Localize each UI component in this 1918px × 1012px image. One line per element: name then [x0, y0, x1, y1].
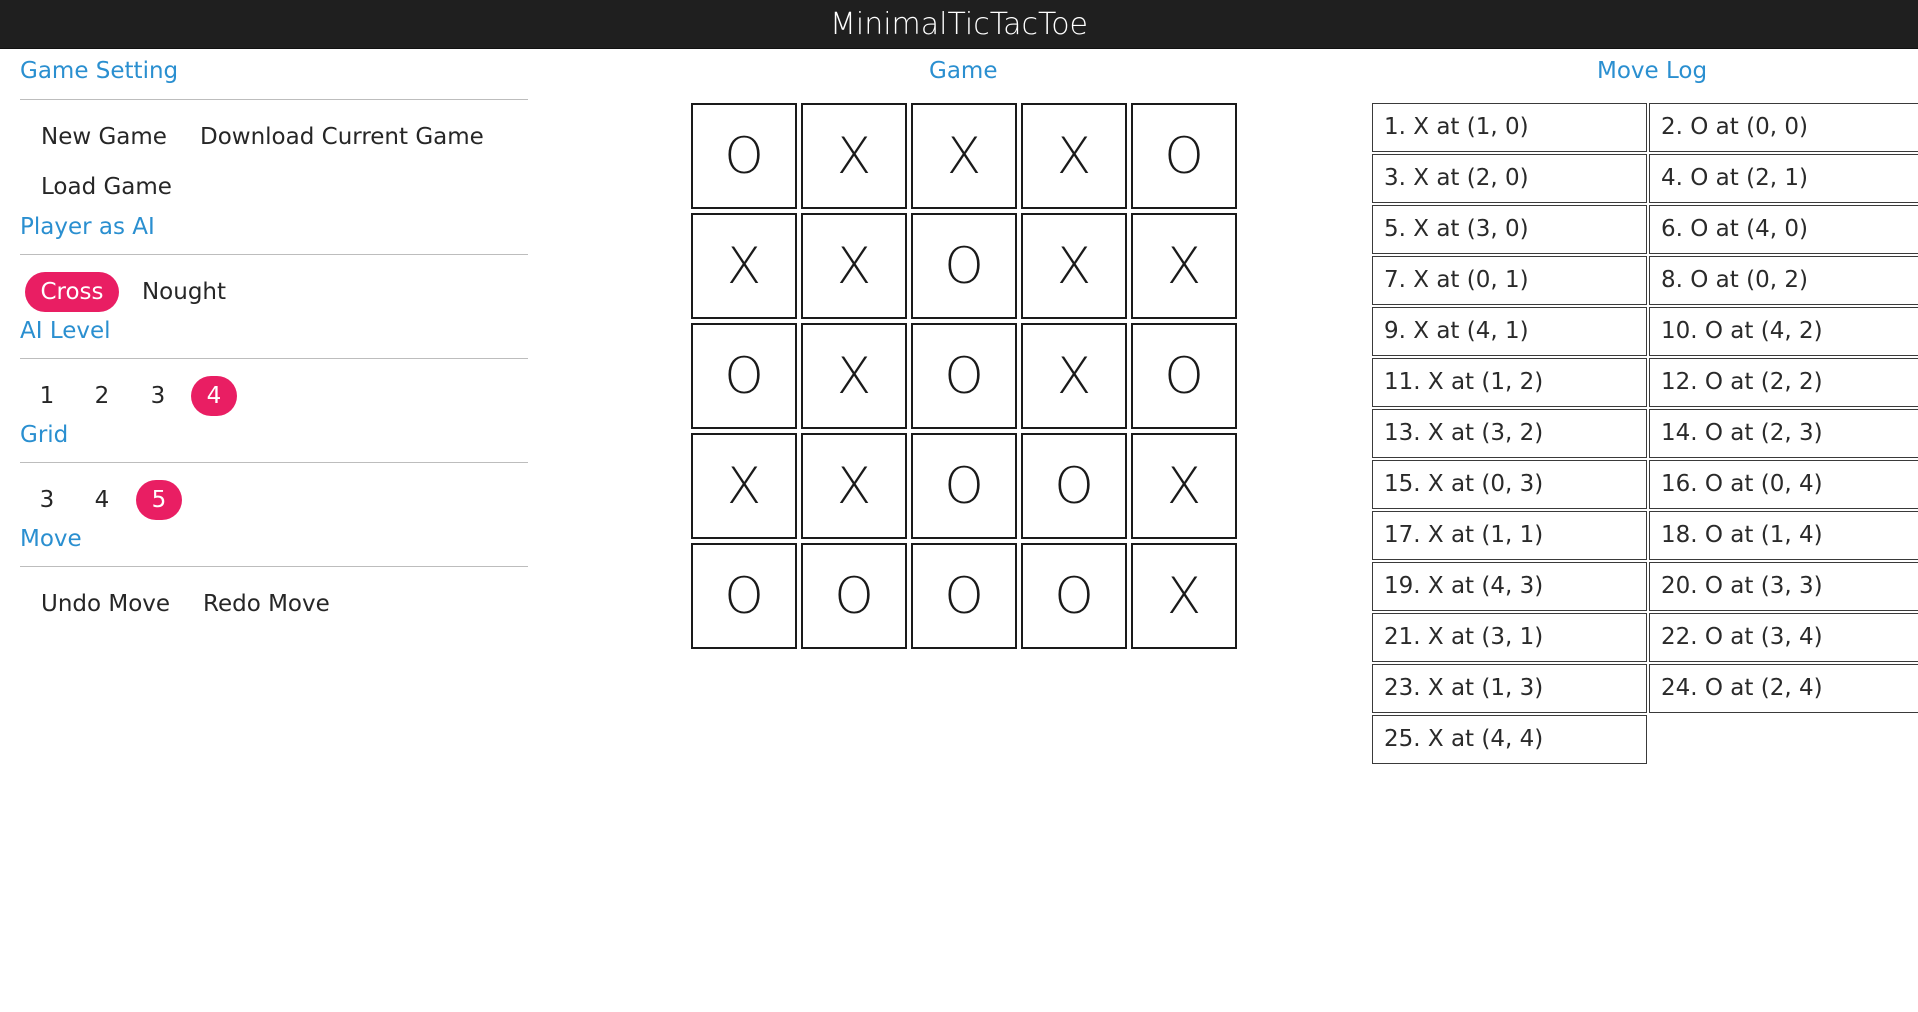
- board-cell[interactable]: O: [911, 213, 1017, 319]
- move-log-entry[interactable]: 18. O at (1, 4): [1649, 511, 1918, 560]
- move-log-entry[interactable]: 24. O at (2, 4): [1649, 664, 1918, 713]
- player-cross-option[interactable]: Cross: [25, 272, 119, 312]
- board-cell[interactable]: O: [911, 433, 1017, 539]
- ai-level-2-option[interactable]: 2: [84, 376, 120, 416]
- move-log-list: 1. X at (1, 0) 2. O at (0, 0) 3. X at (2…: [1372, 103, 1918, 764]
- move-log-entry[interactable]: 23. X at (1, 3): [1372, 664, 1647, 713]
- move-log-entry[interactable]: 9. X at (4, 1): [1372, 307, 1647, 356]
- game-board: O X X X O X X O X X O X O X O X X O O X …: [691, 103, 1237, 649]
- board-cell[interactable]: X: [1131, 433, 1237, 539]
- move-log-entry[interactable]: 4. O at (2, 1): [1649, 154, 1918, 203]
- game-setting-title: Game Setting: [20, 58, 179, 84]
- ai-level-1-option[interactable]: 1: [29, 376, 65, 416]
- board-cell[interactable]: X: [691, 433, 797, 539]
- app-title-bar: MinimalTicTacToe: [0, 0, 1918, 49]
- board-cell[interactable]: O: [911, 543, 1017, 649]
- board-cell[interactable]: O: [1021, 433, 1127, 539]
- board-cell[interactable]: O: [1131, 103, 1237, 209]
- board-cell[interactable]: X: [1021, 103, 1127, 209]
- move-log-entry[interactable]: 13. X at (3, 2): [1372, 409, 1647, 458]
- divider: [20, 566, 528, 567]
- redo-move-button[interactable]: Redo Move: [203, 591, 330, 617]
- move-log-entry[interactable]: 15. X at (0, 3): [1372, 460, 1647, 509]
- move-log-entry[interactable]: 7. X at (0, 1): [1372, 256, 1647, 305]
- move-log-entry[interactable]: 6. O at (4, 0): [1649, 205, 1918, 254]
- move-log-entry[interactable]: 17. X at (1, 1): [1372, 511, 1647, 560]
- board-cell[interactable]: X: [801, 433, 907, 539]
- move-log-entry[interactable]: 12. O at (2, 2): [1649, 358, 1918, 407]
- board-cell[interactable]: X: [1131, 543, 1237, 649]
- board-cell[interactable]: O: [691, 323, 797, 429]
- ai-level-4-option[interactable]: 4: [191, 376, 237, 416]
- app-title: MinimalTicTacToe: [829, 7, 1089, 42]
- player-as-ai-title: Player as AI: [20, 214, 155, 240]
- grid-3-option[interactable]: 3: [29, 480, 65, 520]
- move-log-entry[interactable]: 22. O at (3, 4): [1649, 613, 1918, 662]
- board-cell[interactable]: X: [1021, 323, 1127, 429]
- board-cell[interactable]: O: [691, 543, 797, 649]
- move-log-title: Move Log: [1597, 58, 1708, 84]
- board-cell[interactable]: X: [1131, 213, 1237, 319]
- board-cell[interactable]: O: [1021, 543, 1127, 649]
- board-cell[interactable]: O: [1131, 323, 1237, 429]
- grid-title: Grid: [20, 422, 69, 448]
- move-log-entry[interactable]: 5. X at (3, 0): [1372, 205, 1647, 254]
- load-game-button[interactable]: Load Game: [41, 174, 172, 200]
- download-game-button[interactable]: Download Current Game: [200, 124, 484, 150]
- board-cell[interactable]: X: [801, 323, 907, 429]
- move-title: Move: [20, 526, 82, 552]
- divider: [20, 254, 528, 255]
- board-cell[interactable]: O: [801, 543, 907, 649]
- board-cell[interactable]: X: [801, 213, 907, 319]
- board-cell[interactable]: X: [801, 103, 907, 209]
- new-game-button[interactable]: New Game: [41, 124, 167, 150]
- board-cell[interactable]: O: [691, 103, 797, 209]
- game-title: Game: [929, 58, 998, 84]
- divider: [20, 99, 528, 100]
- divider: [20, 358, 528, 359]
- move-log-entry[interactable]: 21. X at (3, 1): [1372, 613, 1647, 662]
- grid-4-option[interactable]: 4: [84, 480, 120, 520]
- player-nought-option[interactable]: Nought: [134, 272, 234, 312]
- move-log-entry[interactable]: 25. X at (4, 4): [1372, 715, 1647, 764]
- ai-level-3-option[interactable]: 3: [140, 376, 176, 416]
- move-log-entry[interactable]: 20. O at (3, 3): [1649, 562, 1918, 611]
- move-log-entry[interactable]: 3. X at (2, 0): [1372, 154, 1647, 203]
- board-cell[interactable]: X: [1021, 213, 1127, 319]
- divider: [20, 462, 528, 463]
- move-log-entry[interactable]: 8. O at (0, 2): [1649, 256, 1918, 305]
- move-log-entry[interactable]: 2. O at (0, 0): [1649, 103, 1918, 152]
- move-log-entry[interactable]: 10. O at (4, 2): [1649, 307, 1918, 356]
- move-log-entry[interactable]: 19. X at (4, 3): [1372, 562, 1647, 611]
- grid-5-option[interactable]: 5: [136, 480, 182, 520]
- ai-level-title: AI Level: [20, 318, 111, 344]
- undo-move-button[interactable]: Undo Move: [41, 591, 170, 617]
- board-cell[interactable]: X: [911, 103, 1017, 209]
- board-cell[interactable]: X: [691, 213, 797, 319]
- move-log-entry[interactable]: 16. O at (0, 4): [1649, 460, 1918, 509]
- move-log-entry[interactable]: 11. X at (1, 2): [1372, 358, 1647, 407]
- board-cell[interactable]: O: [911, 323, 1017, 429]
- move-log-entry[interactable]: 1. X at (1, 0): [1372, 103, 1647, 152]
- move-log-entry[interactable]: 14. O at (2, 3): [1649, 409, 1918, 458]
